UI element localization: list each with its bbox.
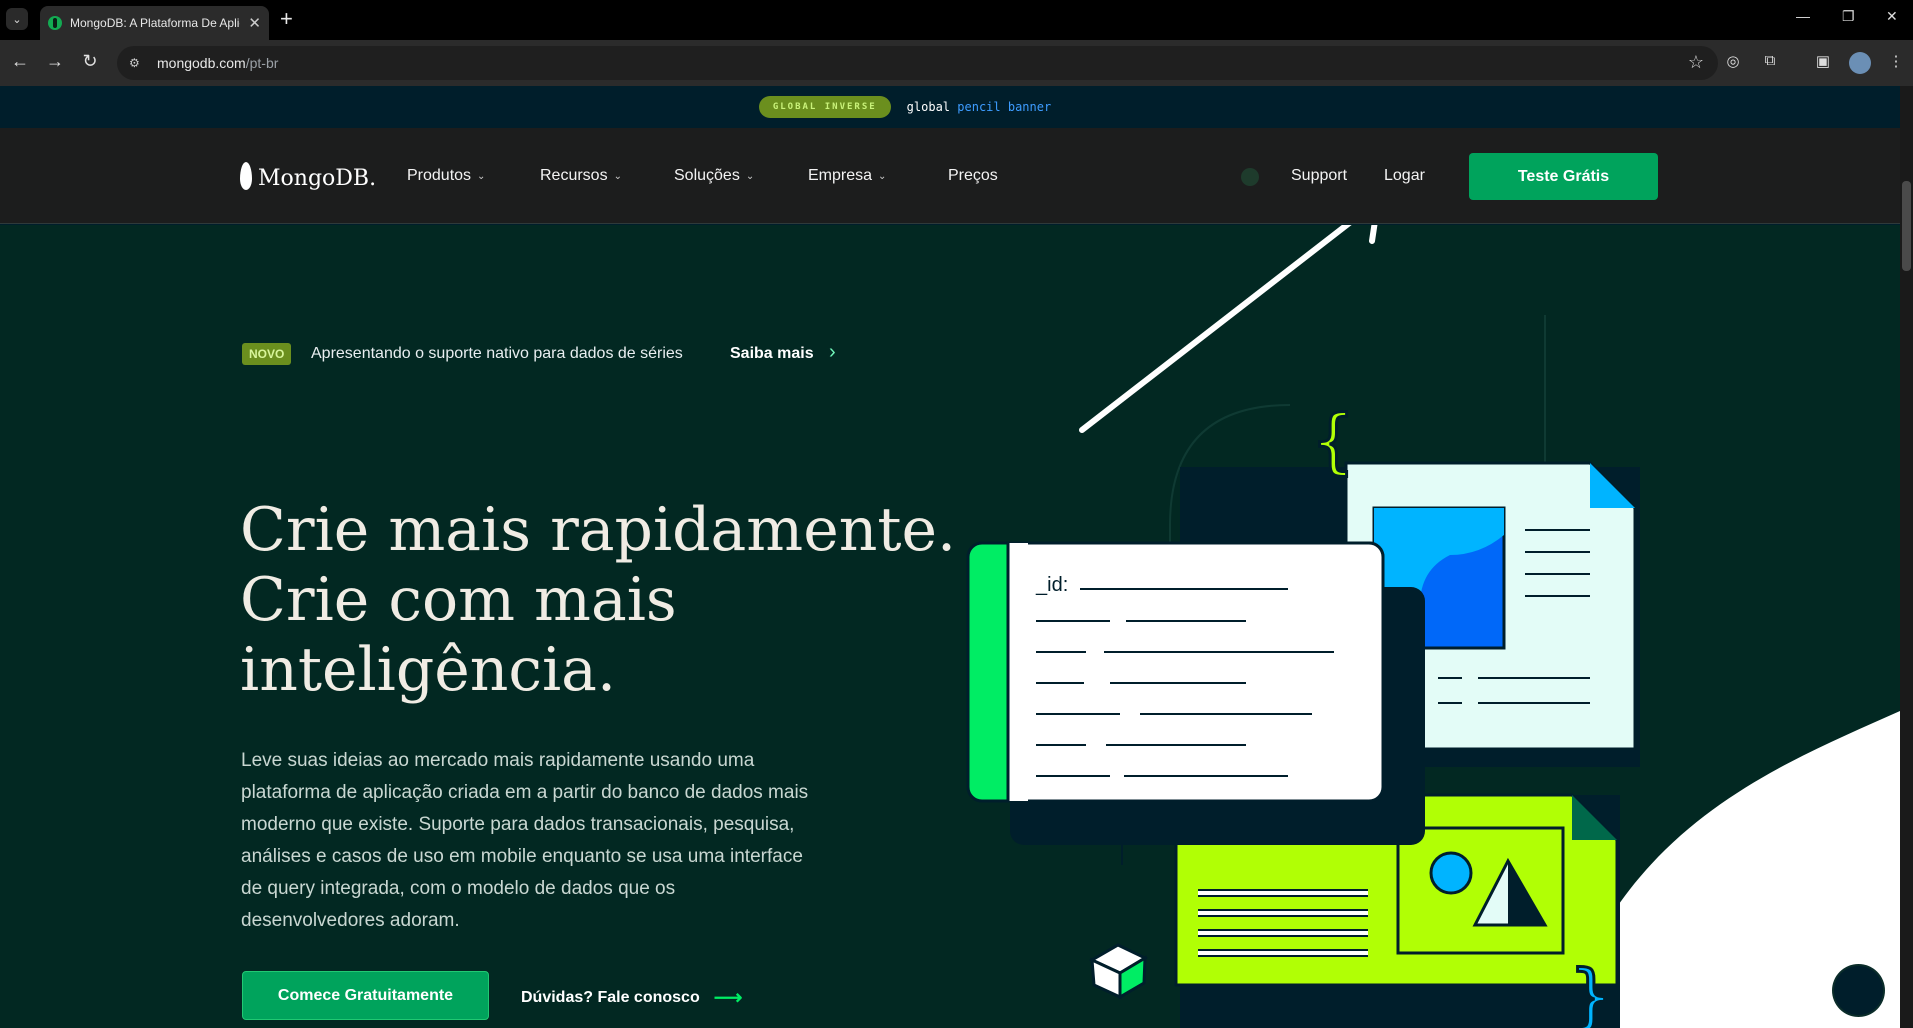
nav-item-produtos[interactable]: Produtos ⌄ [407, 167, 485, 185]
nav-label: Preços [948, 167, 998, 184]
browser-toolbar: ← → ↻ ⚙ mongodb.com/pt-br ☆ ◎ ⧉ ▣ ⋮ [0, 40, 1913, 86]
chevron-down-icon: ⌄ [477, 170, 486, 182]
restore-icon[interactable]: ❐ [1842, 8, 1855, 25]
chevron-down-icon: ⌄ [745, 170, 755, 182]
start-free-button[interactable]: Comece Gratuitamente [242, 971, 489, 1020]
chevron-down-icon: ⌄ [613, 170, 622, 182]
chevron-right-icon: › [829, 341, 836, 363]
support-link[interactable]: Support [1291, 167, 1347, 185]
page-scrollbar[interactable] [1900, 86, 1913, 1028]
saiba-mais-link[interactable]: Saiba mais [730, 345, 814, 363]
announcement-text: Apresentando o suporte nativo para dados… [311, 345, 683, 362]
close-window-icon[interactable]: ✕ [1886, 8, 1898, 25]
chevron-down-icon: ⌄ [878, 170, 887, 182]
novo-badge: NOVO [242, 343, 292, 365]
bookmark-star-icon[interactable]: ☆ [1688, 52, 1704, 73]
svg-text:}: } [1570, 955, 1612, 1028]
nav-item-solucoes[interactable]: Soluções ⌄ [674, 167, 754, 185]
side-panel-icon[interactable]: ▣ [1812, 52, 1834, 74]
menu-kebab-icon[interactable]: ⋮ [1885, 52, 1907, 74]
profile-avatar[interactable] [1849, 52, 1871, 74]
svg-text:{: { [1312, 400, 1354, 482]
hero-headline: Crie mais rapidamente. Crie com mais int… [240, 495, 960, 705]
pencil-banner-link[interactable]: pencil banner [957, 100, 1051, 114]
nav-label: Empresa [808, 167, 873, 184]
hero-subtitle: Leve suas ideias ao mercado mais rapidam… [241, 750, 809, 931]
nav-item-recursos[interactable]: Recursos ⌄ [540, 167, 622, 185]
scroll-thumb[interactable] [1902, 181, 1911, 271]
address-bar[interactable]: ⚙ mongodb.com/pt-br ☆ [117, 46, 1718, 80]
back-icon[interactable]: ← [8, 51, 32, 72]
nav-item-precos[interactable]: Preços [948, 167, 998, 185]
id-field-label: _id: [1035, 574, 1068, 596]
tab-title: MongoDB: A Plataforma De Aplicação [70, 16, 240, 30]
minimize-icon[interactable]: — [1796, 8, 1810, 24]
chat-widget-button[interactable] [1834, 966, 1883, 1015]
url-host: mongodb.com [157, 55, 246, 71]
browser-tab[interactable]: MongoDB: A Plataforma De Aplicação ✕ [40, 6, 269, 40]
hero-section: { } _id: NOVO Apresentando o suporte nat… [0, 225, 1900, 1028]
extension-glasses-icon[interactable]: ◎ [1722, 52, 1744, 74]
browser-tabbar: ⌄ MongoDB: A Plataforma De Aplicação ✕ +… [0, 0, 1913, 40]
mongodb-logo[interactable]: MongoDB. [240, 162, 377, 192]
nav-item-empresa[interactable]: Empresa ⌄ [808, 167, 886, 185]
contact-us-link[interactable]: Dúvidas? Fale conosco ⟶ [521, 985, 742, 1010]
site-nav: MongoDB. Produtos ⌄ Recursos ⌄ Soluções ⌄ E… [0, 128, 1900, 224]
headline-line-3: inteligência. [240, 635, 617, 705]
language-globe-icon[interactable] [1241, 168, 1259, 186]
new-tab-button[interactable]: + [280, 7, 293, 31]
global-inverse-pill: GLOBAL INVERSE [758, 96, 891, 118]
nav-label: Soluções [674, 167, 740, 184]
close-tab-icon[interactable]: ✕ [248, 14, 261, 32]
pencil-banner-word: global [906, 100, 951, 114]
site-info-icon[interactable]: ⚙ [129, 56, 145, 70]
contact-us-label: Dúvidas? Fale conosco [521, 988, 700, 1006]
reload-icon[interactable]: ↻ [78, 51, 102, 72]
arrow-right-icon: ⟶ [713, 987, 743, 1009]
mongodb-favicon-icon [48, 16, 62, 30]
headline-line-2: Crie com mais [240, 565, 677, 635]
nav-label: Recursos [540, 167, 608, 184]
pencil-banner-text: global pencil banner [907, 100, 1052, 114]
login-link[interactable]: Logar [1384, 167, 1425, 185]
free-trial-button[interactable]: Teste Grátis [1469, 153, 1658, 200]
logo-text: MongoDB. [258, 165, 377, 191]
extensions-puzzle-icon[interactable]: ⧉ [1759, 52, 1781, 74]
pencil-banner: GLOBAL INVERSE global pencil banner [0, 86, 1900, 128]
headline-line-1: Crie mais rapidamente. [240, 495, 957, 565]
forward-icon[interactable]: → [43, 51, 67, 72]
mongodb-leaf-icon [240, 162, 252, 190]
tab-search-button[interactable]: ⌄ [6, 8, 28, 30]
nav-label: Produtos [407, 167, 472, 184]
url-path: /pt-br [245, 55, 279, 71]
